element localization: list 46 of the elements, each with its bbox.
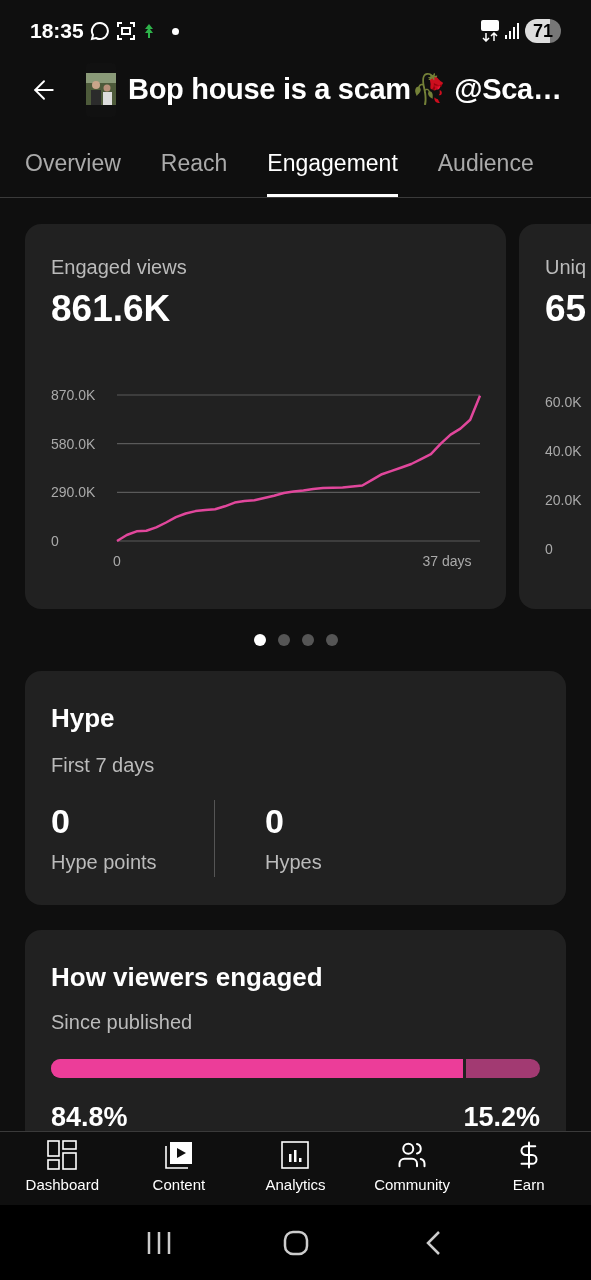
y-axis-label: 870.0K bbox=[51, 387, 96, 404]
battery-indicator: 71 bbox=[524, 19, 561, 43]
y-axis-label: 0 bbox=[545, 540, 554, 559]
metric-title: Engaged views bbox=[51, 255, 188, 280]
card-subtitle: Since published bbox=[51, 1010, 194, 1035]
stat-value: 0 bbox=[51, 801, 71, 842]
card-title: How viewers engaged bbox=[51, 961, 324, 994]
dashboard-icon bbox=[47, 1140, 78, 1171]
y-axis-label: 0 bbox=[51, 533, 59, 550]
bar-chart-icon bbox=[280, 1140, 311, 1171]
stat-value: 0 bbox=[265, 801, 285, 842]
video-title: Bop house is a scam🥀 @Sca… bbox=[128, 72, 562, 108]
signal-icon bbox=[504, 23, 519, 39]
nav-item[interactable]: Earn bbox=[473, 1140, 584, 1197]
x-axis-label: 37 days bbox=[422, 553, 472, 570]
y-axis-label: 580.0K bbox=[51, 435, 96, 452]
y-axis-label: 20.0K bbox=[545, 491, 583, 510]
y-axis-label: 60.0K bbox=[545, 393, 583, 412]
metric-title: Uniq bbox=[545, 255, 588, 280]
y-axis-label: 290.0K bbox=[51, 484, 96, 501]
percent-value: 15.2% bbox=[463, 1104, 540, 1131]
clock: 18:35 bbox=[30, 18, 84, 45]
metric-value: 861.6K bbox=[51, 287, 172, 331]
home-icon bbox=[282, 1229, 309, 1256]
card-title: Hype bbox=[51, 702, 116, 735]
nav-item[interactable]: Analytics bbox=[240, 1140, 351, 1197]
stat-label: Hypes bbox=[265, 849, 322, 875]
nav-item[interactable]: Dashboard bbox=[7, 1140, 118, 1197]
card-subtitle: First 7 days bbox=[51, 753, 156, 778]
tab[interactable]: Reach bbox=[160, 132, 228, 197]
chat-bubble-icon bbox=[89, 21, 110, 41]
video-stack-icon bbox=[163, 1140, 194, 1171]
stat-label: Hype points bbox=[51, 849, 158, 875]
metric-value: 65 bbox=[545, 287, 588, 331]
tab[interactable]: Engagement bbox=[267, 132, 398, 197]
back-icon bbox=[424, 1229, 441, 1256]
tab[interactable]: Overview bbox=[25, 132, 121, 197]
percent-value: 84.8% bbox=[51, 1104, 128, 1131]
nav-item[interactable]: Content bbox=[123, 1140, 234, 1197]
recent-apps-icon bbox=[145, 1230, 172, 1255]
y-axis-label: 40.0K bbox=[545, 442, 583, 461]
screenshot-icon bbox=[115, 21, 136, 41]
tab[interactable]: Audience bbox=[437, 132, 534, 197]
tree-icon bbox=[143, 24, 154, 38]
x-axis-label: 0 bbox=[113, 553, 121, 570]
nav-item[interactable]: Community bbox=[357, 1140, 468, 1197]
